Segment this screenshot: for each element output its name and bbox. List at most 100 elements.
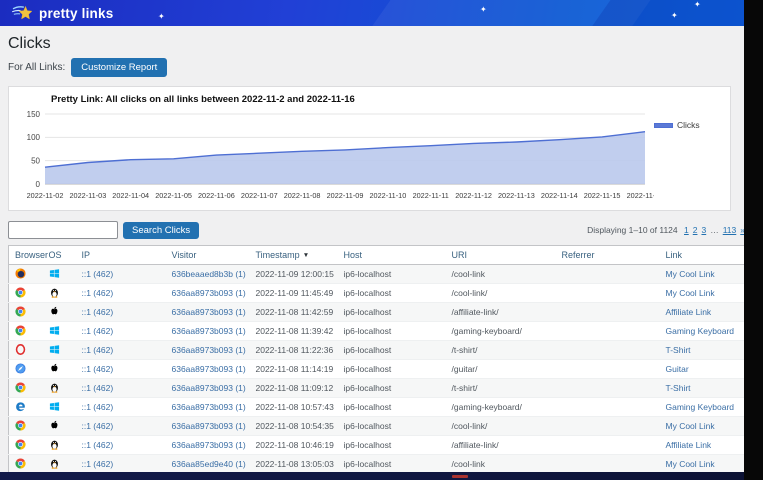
referrer-cell xyxy=(556,436,660,455)
link-link[interactable]: Affiliate Link xyxy=(666,440,712,450)
svg-text:2022-11-06: 2022-11-06 xyxy=(198,191,235,200)
linux-os-icon xyxy=(49,287,60,298)
uri-cell: /gaming-keyboard/ xyxy=(446,398,556,417)
referrer-cell xyxy=(556,379,660,398)
browser-cell xyxy=(9,455,43,474)
clicks-series-label: Clicks xyxy=(677,120,700,130)
column-header-uri[interactable]: URI xyxy=(452,250,468,260)
host-cell: ip6-localhost xyxy=(338,455,446,474)
referrer-cell xyxy=(556,303,660,322)
linux-os-icon xyxy=(49,382,60,393)
svg-text:2022-11-10: 2022-11-10 xyxy=(370,191,407,200)
browser-cell xyxy=(9,360,43,379)
visitor-link[interactable]: 636aa85ed9e40 (1) xyxy=(172,459,246,469)
referrer-cell xyxy=(556,265,660,284)
report-controls: For All Links: Customize Report xyxy=(8,58,745,77)
apple-os-icon xyxy=(49,306,60,317)
link-link[interactable]: T-Shirt xyxy=(666,345,691,355)
svg-text:100: 100 xyxy=(27,133,41,142)
os-cell xyxy=(43,341,76,360)
pagination-page-3[interactable]: 3 xyxy=(701,225,706,235)
browser-cell xyxy=(9,303,43,322)
timestamp-cell: 2022-11-08 10:54:35 xyxy=(250,417,338,436)
star-swoosh-icon xyxy=(12,3,34,23)
os-cell xyxy=(43,265,76,284)
sparkle-icon: ✦ xyxy=(671,12,678,20)
pagination-page-1[interactable]: 1 xyxy=(684,225,689,235)
link-link[interactable]: Gaming Keyboard xyxy=(666,402,735,412)
column-header-browser[interactable]: Browser xyxy=(15,250,48,260)
ip-link[interactable]: ::1 (462) xyxy=(82,326,114,336)
uri-cell: /guitar/ xyxy=(446,360,556,379)
ip-link[interactable]: ::1 (462) xyxy=(82,307,114,317)
column-header-visitor[interactable]: Visitor xyxy=(172,250,197,260)
timestamp-cell: 2022-11-08 10:57:43 xyxy=(250,398,338,417)
chrome-browser-icon xyxy=(15,382,26,393)
svg-text:2022-11-09: 2022-11-09 xyxy=(327,191,364,200)
os-cell xyxy=(43,284,76,303)
host-cell: ip6-localhost xyxy=(338,322,446,341)
link-link[interactable]: T-Shirt xyxy=(666,383,691,393)
visitor-link[interactable]: 636beaaed8b3b (1) xyxy=(172,269,246,279)
link-link[interactable]: Gaming Keyboard xyxy=(666,326,735,336)
click-row: ::1 (462)636aa8973b093 (1)2022-11-08 11:… xyxy=(9,322,746,341)
pagination-page-2[interactable]: 2 xyxy=(693,225,698,235)
column-header-os[interactable]: OS xyxy=(49,250,62,260)
windows-os-icon xyxy=(49,325,60,336)
ip-link[interactable]: ::1 (462) xyxy=(82,269,114,279)
pagination-page-113[interactable]: 113 xyxy=(723,225,737,235)
column-header-timestamp[interactable]: Timestamp xyxy=(256,250,300,260)
click-row: ::1 (462)636aa8973b093 (1)2022-11-08 10:… xyxy=(9,436,746,455)
linux-os-icon xyxy=(49,439,60,450)
ip-link[interactable]: ::1 (462) xyxy=(82,345,114,355)
click-row: ::1 (462)636aa8973b093 (1)2022-11-09 11:… xyxy=(9,284,746,303)
link-link[interactable]: My Cool Link xyxy=(666,288,715,298)
ip-link[interactable]: ::1 (462) xyxy=(82,402,114,412)
visitor-link[interactable]: 636aa8973b093 (1) xyxy=(172,383,246,393)
ip-link[interactable]: ::1 (462) xyxy=(82,421,114,431)
visitor-link[interactable]: 636aa8973b093 (1) xyxy=(172,421,246,431)
link-link[interactable]: My Cool Link xyxy=(666,459,715,469)
uri-cell: /cool-link xyxy=(446,265,556,284)
ip-link[interactable]: ::1 (462) xyxy=(82,288,114,298)
ip-link[interactable]: ::1 (462) xyxy=(82,440,114,450)
column-header-referrer[interactable]: Referrer xyxy=(562,250,595,260)
browser-cell xyxy=(9,379,43,398)
app-header: pretty links ✦ ✦ ✦ ✦ xyxy=(0,0,763,26)
os-cell xyxy=(43,398,76,417)
click-row: ::1 (462)636aa8973b093 (1)2022-11-08 11:… xyxy=(9,303,746,322)
column-header-host[interactable]: Host xyxy=(344,250,363,260)
link-link[interactable]: Affiliate Link xyxy=(666,307,712,317)
link-link[interactable]: Guitar xyxy=(666,364,689,374)
ip-link[interactable]: ::1 (462) xyxy=(82,383,114,393)
visitor-link[interactable]: 636aa8973b093 (1) xyxy=(172,364,246,374)
column-header-ip[interactable]: IP xyxy=(82,250,91,260)
windows-os-icon xyxy=(49,401,60,412)
chrome-browser-icon xyxy=(15,458,26,469)
visitor-link[interactable]: 636aa8973b093 (1) xyxy=(172,307,246,317)
svg-text:150: 150 xyxy=(27,110,41,119)
referrer-cell xyxy=(556,398,660,417)
visitor-link[interactable]: 636aa8973b093 (1) xyxy=(172,326,246,336)
search-clicks-button[interactable]: Search Clicks xyxy=(123,222,199,239)
link-link[interactable]: My Cool Link xyxy=(666,269,715,279)
visitor-link[interactable]: 636aa8973b093 (1) xyxy=(172,288,246,298)
os-cell xyxy=(43,303,76,322)
search-input[interactable] xyxy=(8,221,118,239)
svg-text:2022-11-11: 2022-11-11 xyxy=(413,191,449,200)
visitor-link[interactable]: 636aa8973b093 (1) xyxy=(172,402,246,412)
uri-cell: /gaming-keyboard/ xyxy=(446,322,556,341)
click-row: ::1 (462) 636aa8973b093 (1) 2022-11-08 10:… xyxy=(9,398,746,417)
ip-link[interactable]: ::1 (462) xyxy=(82,459,114,469)
host-cell: ip6-localhost xyxy=(338,379,446,398)
referrer-cell xyxy=(556,322,660,341)
linux-os-icon xyxy=(49,458,60,469)
visitor-link[interactable]: 636aa8973b093 (1) xyxy=(172,440,246,450)
link-link[interactable]: My Cool Link xyxy=(666,421,715,431)
os-cell xyxy=(43,417,76,436)
customize-report-button[interactable]: Customize Report xyxy=(71,58,167,77)
column-header-link[interactable]: Link xyxy=(666,250,683,260)
ip-link[interactable]: ::1 (462) xyxy=(82,364,114,374)
visitor-link[interactable]: 636aa8973b093 (1) xyxy=(172,345,246,355)
safari-browser-icon xyxy=(15,363,26,374)
